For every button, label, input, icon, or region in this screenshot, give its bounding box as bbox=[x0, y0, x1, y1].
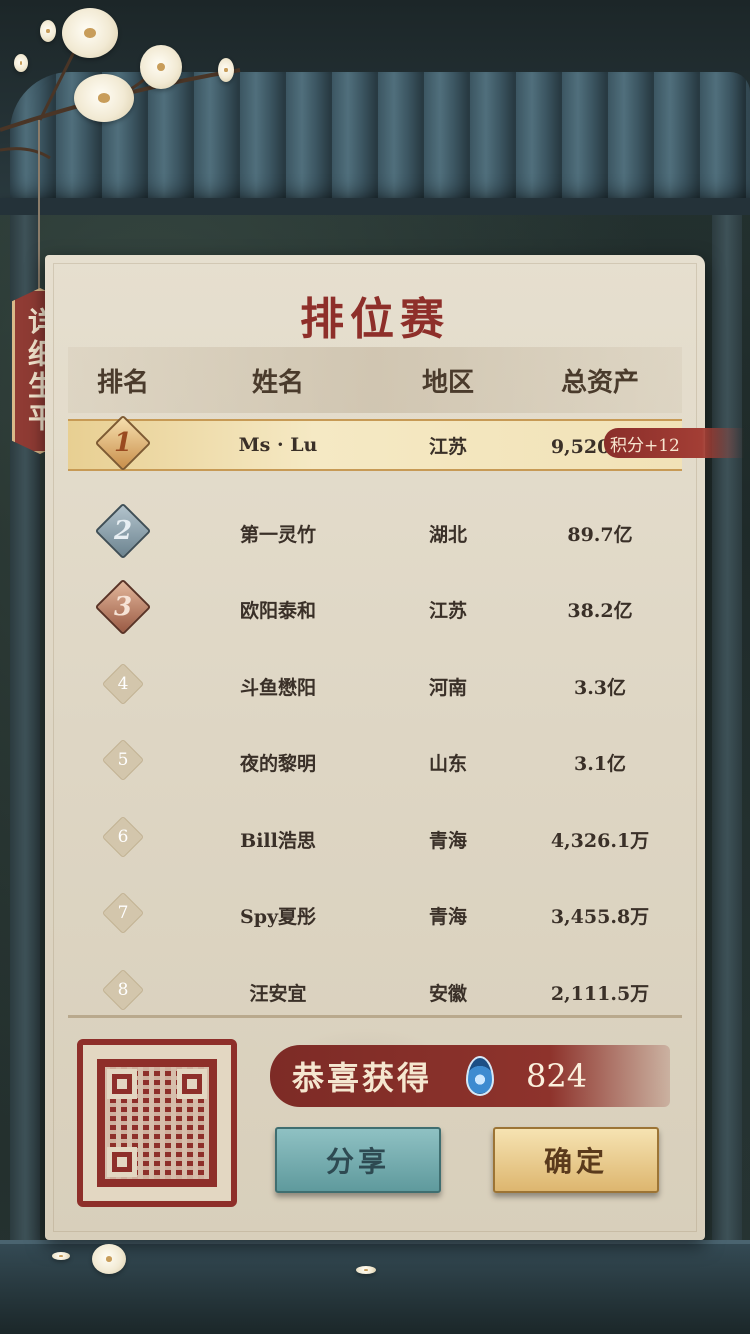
qr-code-stamp bbox=[77, 1039, 237, 1207]
fallen-petal bbox=[52, 1252, 70, 1260]
player-name: 欧阳泰和 bbox=[239, 600, 316, 623]
qr-finder bbox=[107, 1069, 137, 1099]
share-button[interactable]: 分享 bbox=[275, 1127, 441, 1193]
header-name: 姓名 bbox=[251, 367, 304, 398]
player-region: 江苏 bbox=[428, 435, 467, 458]
magnolia-flower bbox=[62, 8, 118, 58]
player-region: 江苏 bbox=[428, 600, 467, 623]
player-region: 青海 bbox=[428, 906, 467, 929]
player-name: 第一灵竹 bbox=[239, 523, 316, 546]
player-name: 斗鱼懋阳 bbox=[239, 676, 316, 699]
qr-finder bbox=[177, 1069, 207, 1099]
player-name: Bill浩思 bbox=[240, 829, 316, 852]
table-rows: 1 Ms · Lu 江苏 9,520.7亿 2 第一灵竹 湖北 89.7亿 3 … bbox=[68, 414, 682, 1031]
player-assets: 38.2亿 bbox=[567, 600, 633, 623]
magnolia-flower bbox=[74, 74, 134, 122]
rank-badge: 5 bbox=[101, 739, 145, 782]
ranking-table: 排名 姓名 地区 总资产 1 Ms · Lu 江苏 9,520.7亿 2 第一灵… bbox=[68, 347, 682, 1011]
rank-badge-bronze: 3 bbox=[94, 578, 152, 636]
header-assets: 总资产 bbox=[560, 367, 639, 398]
table-row[interactable]: 5 夜的黎明 山东 3.1亿 bbox=[68, 725, 682, 802]
reward-label: 恭喜获得 bbox=[292, 1059, 433, 1097]
player-name: 汪安宜 bbox=[249, 982, 307, 1005]
player-assets: 3,455.8万 bbox=[550, 906, 650, 929]
water-drop-icon bbox=[466, 1056, 495, 1096]
player-assets: 3.1亿 bbox=[573, 753, 627, 776]
magnolia-bud bbox=[218, 58, 234, 82]
table-header: 排名 姓名 地区 总资产 bbox=[68, 347, 682, 413]
table-row[interactable]: 1 Ms · Lu 江苏 9,520.7亿 bbox=[68, 414, 682, 471]
ranking-scroll: 排位赛 排名 姓名 地区 总资产 1 Ms · Lu 江苏 9,520.7亿 2… bbox=[45, 255, 705, 1240]
points-badge: 积分+12 bbox=[604, 428, 744, 458]
rank-badge-silver: 2 bbox=[94, 502, 152, 560]
player-name: Ms · Lu bbox=[238, 434, 318, 456]
rank-badge: 7 bbox=[101, 892, 145, 935]
player-region: 湖北 bbox=[428, 523, 467, 546]
player-assets: 4,326.1万 bbox=[550, 829, 650, 852]
fallen-petal bbox=[356, 1266, 376, 1274]
confirm-button[interactable]: 确定 bbox=[493, 1127, 659, 1193]
right-pillar bbox=[712, 215, 742, 1275]
player-region: 山东 bbox=[428, 753, 467, 776]
player-region: 安徽 bbox=[428, 982, 467, 1005]
rank-badge: 8 bbox=[101, 968, 145, 1011]
player-region: 河南 bbox=[428, 676, 467, 699]
player-name: Spy夏彤 bbox=[239, 906, 317, 929]
player-region: 青海 bbox=[428, 829, 467, 852]
table-row[interactable]: 2 第一灵竹 湖北 89.7亿 bbox=[68, 495, 682, 572]
rank-badge: 4 bbox=[101, 662, 145, 705]
qr-code bbox=[97, 1059, 217, 1187]
rank-badge-gold: 1 bbox=[94, 414, 152, 471]
qr-finder bbox=[107, 1147, 137, 1177]
tag-string bbox=[38, 120, 40, 290]
magnolia-bud bbox=[40, 20, 56, 42]
header-rank: 排名 bbox=[96, 367, 149, 398]
table-row[interactable]: 7 Spy夏彤 青海 3,455.8万 bbox=[68, 878, 682, 955]
table-row[interactable]: 6 Bill浩思 青海 4,326.1万 bbox=[68, 801, 682, 878]
table-row[interactable]: 8 汪安宜 安徽 2,111.5万 bbox=[68, 954, 682, 1031]
header-region: 地区 bbox=[421, 367, 474, 398]
page-title: 排位赛 bbox=[300, 294, 450, 345]
player-name: 夜的黎明 bbox=[239, 753, 316, 776]
player-assets: 89.7亿 bbox=[567, 523, 633, 546]
magnolia-bud bbox=[14, 54, 28, 72]
table-row[interactable]: 4 斗鱼懋阳 河南 3.3亿 bbox=[68, 648, 682, 725]
roof-eave bbox=[0, 198, 750, 215]
fallen-petal bbox=[92, 1244, 126, 1274]
rank-badge: 6 bbox=[101, 815, 145, 858]
magnolia-flower bbox=[140, 45, 182, 89]
divider bbox=[68, 1015, 682, 1018]
table-row[interactable]: 3 欧阳泰和 江苏 38.2亿 bbox=[68, 572, 682, 649]
reward-banner: 恭喜获得 824 bbox=[270, 1045, 670, 1107]
player-assets: 2,111.5万 bbox=[550, 982, 650, 1005]
player-assets: 3.3亿 bbox=[573, 676, 627, 699]
reward-count: 824 bbox=[526, 1057, 588, 1095]
